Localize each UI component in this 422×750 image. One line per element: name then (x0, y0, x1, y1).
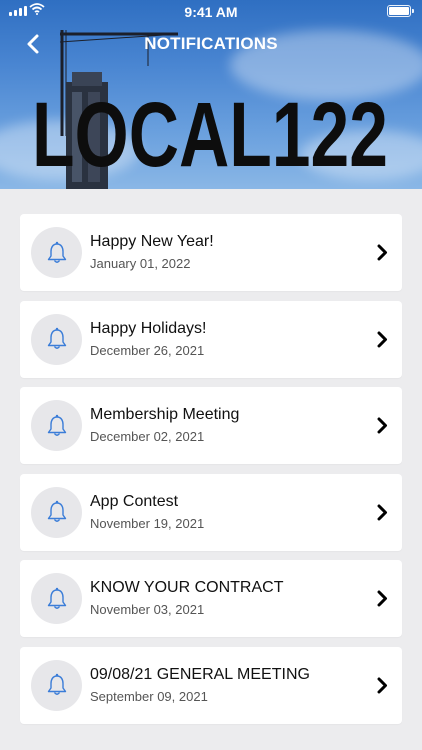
notification-date: November 03, 2021 (90, 602, 205, 617)
notification-card[interactable]: Happy New Year! January 01, 2022 (20, 214, 402, 291)
chevron-right-icon[interactable] (376, 677, 388, 694)
chevron-right-icon[interactable] (376, 331, 388, 348)
chevron-right-icon[interactable] (376, 417, 388, 434)
bell-icon-circle (31, 400, 82, 451)
bell-icon (47, 241, 66, 263)
notification-card[interactable]: Membership Meeting December 02, 2021 (20, 387, 402, 464)
bell-icon-circle (31, 313, 82, 365)
notification-title: Happy Holidays! (90, 319, 207, 337)
notification-card[interactable]: Happy Holidays! December 26, 2021 (20, 300, 402, 378)
bell-icon-circle (31, 659, 82, 711)
status-bar: 9:41 AM (0, 0, 422, 24)
notification-date: November 19, 2021 (90, 515, 205, 531)
bell-icon (47, 587, 66, 609)
notification-date: January 01, 2022 (90, 256, 191, 271)
notification-date: September 09, 2021 (90, 688, 208, 704)
bell-icon-circle (31, 227, 82, 278)
notification-title: 09/08/21 GENERAL MEETING (90, 665, 310, 683)
notification-date: December 26, 2021 (90, 342, 205, 358)
notification-title: KNOW YOUR CONTRACT (90, 579, 284, 596)
bell-icon (47, 673, 66, 695)
notifications-list: Happy New Year! January 01, 2022 Happy H… (20, 214, 402, 733)
notification-date: December 02, 2021 (90, 429, 205, 444)
chevron-right-icon[interactable] (376, 504, 388, 521)
notification-title: App Contest (90, 492, 179, 510)
logo-text: LOCAL122 (32, 84, 388, 172)
battery-icon (387, 5, 414, 17)
local122-logo: LOCAL122 (32, 84, 388, 172)
bell-icon (47, 500, 66, 522)
bell-icon-circle (31, 486, 82, 538)
notification-card[interactable]: KNOW YOUR CONTRACT November 03, 2021 (20, 560, 402, 637)
chevron-right-icon[interactable] (376, 244, 388, 261)
notification-title: Membership Meeting (90, 406, 240, 423)
status-time: 9:41 AM (184, 4, 238, 20)
header-banner: 9:41 AM NOTIFICATIONS LOCAL122 (0, 0, 422, 189)
chevron-right-icon[interactable] (376, 590, 388, 607)
notification-card[interactable]: App Contest November 19, 2021 (20, 473, 402, 551)
bell-icon-circle (31, 573, 82, 624)
notification-card[interactable]: 09/08/21 GENERAL MEETING September 09, 2… (20, 646, 402, 724)
bell-icon (47, 327, 66, 349)
bell-icon (47, 414, 66, 436)
notification-title: Happy New Year! (90, 233, 214, 250)
page-title: NOTIFICATIONS (144, 34, 278, 53)
